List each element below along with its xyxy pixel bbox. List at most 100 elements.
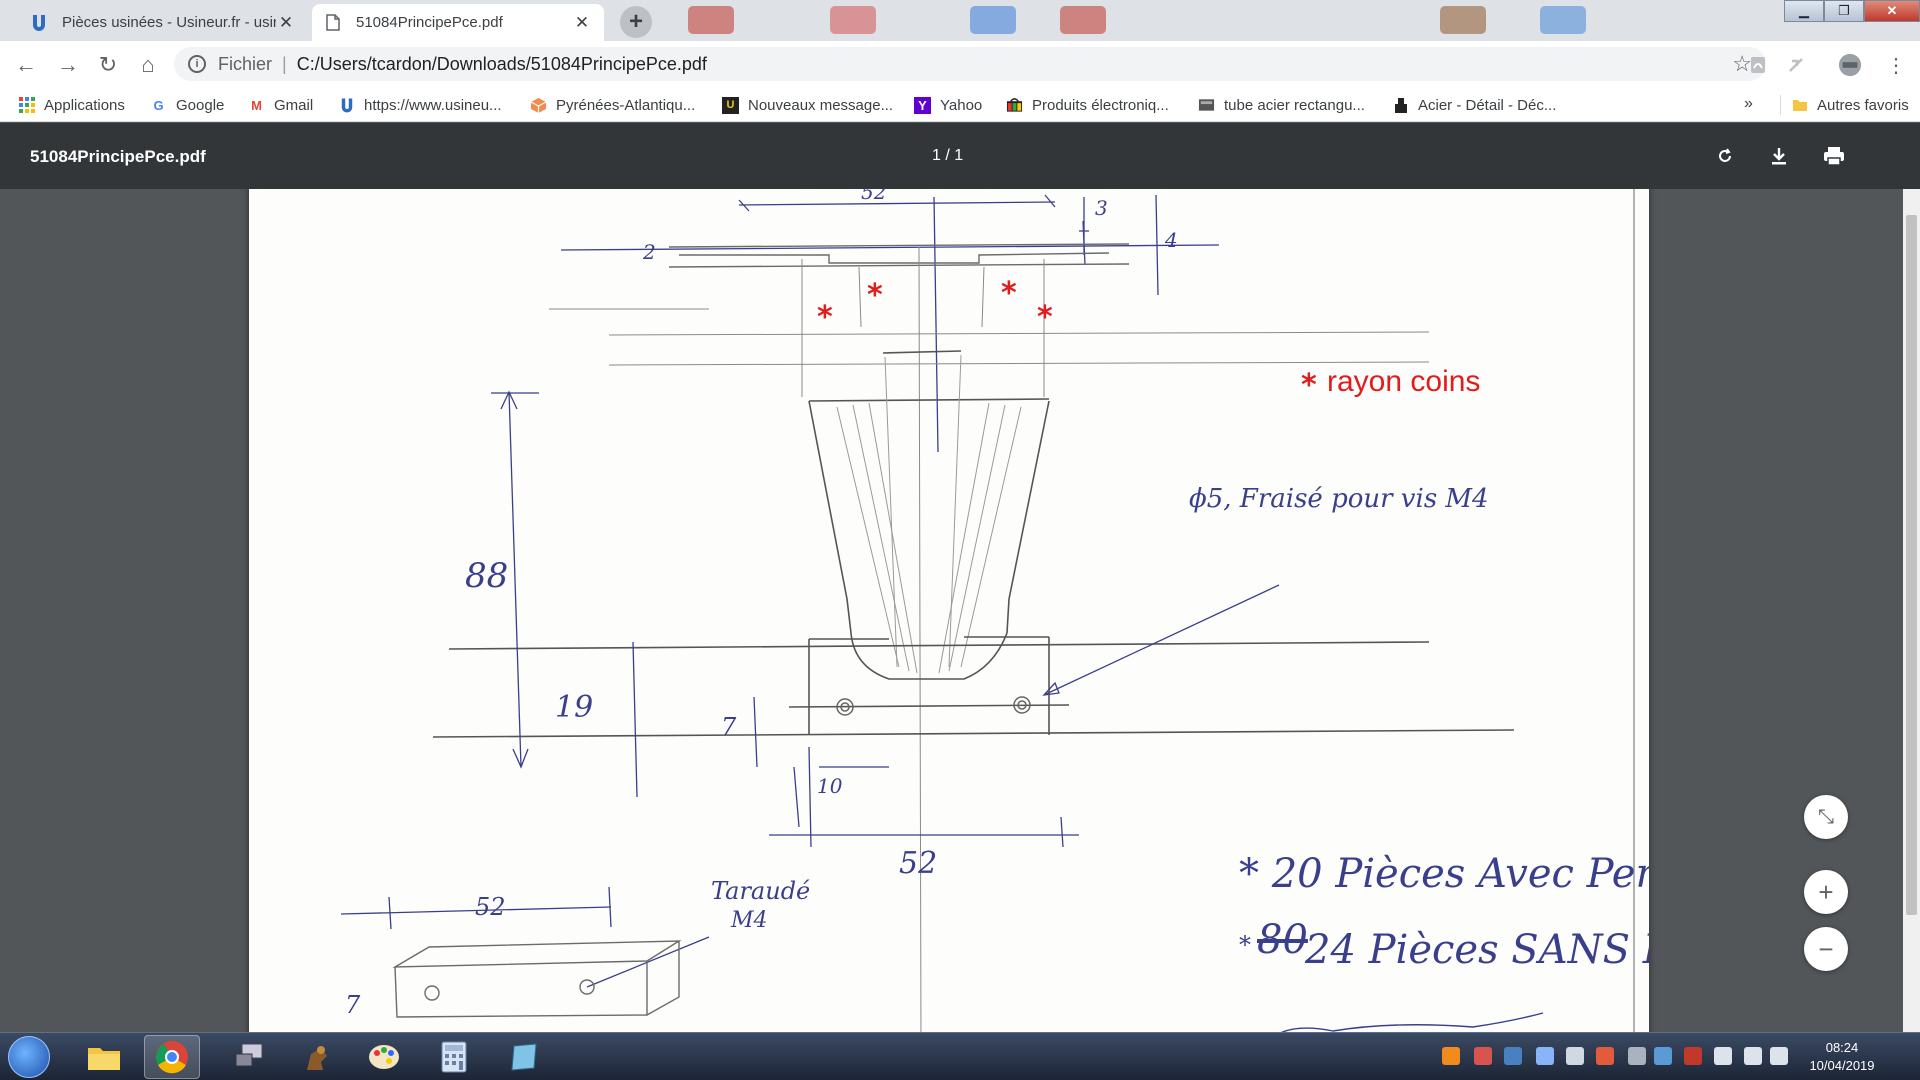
close-tab-icon[interactable]: ✕ [572,13,592,33]
small-dim-52: 52 [475,893,506,921]
document-icon [324,14,342,32]
maximize-button[interactable]: ❐ [1824,0,1864,22]
notes-app-icon[interactable] [496,1035,552,1079]
tab-pdf[interactable]: 51084PrincipePce.pdf ✕ [312,4,604,41]
technical-drawing: 52 3 2 4 88 19 7 10 52 ϕ5, Fraisé pour v… [340,189,1649,1032]
volume-icon[interactable] [1770,1047,1788,1065]
print-icon[interactable] [1817,139,1851,173]
bookmark-yahoo[interactable]: Y Yahoo [914,95,982,115]
start-button[interactable] [8,1036,50,1078]
gmail-icon: M [251,97,262,113]
fit-page-button[interactable]: ⤡ [1804,795,1848,839]
bookmark-label: Nouveaux message... [748,96,894,114]
tapped-size-label: M4 [730,908,768,933]
page-indicator: 1 / 1 [932,147,964,164]
bookmark-label: Pyrénées-Atlantiqu... [556,96,696,114]
usineur-icon [338,97,355,114]
pdf-file-title: 51084PrincipePce.pdf [30,147,206,166]
background-app-icon [688,6,734,34]
bookmark-usineur[interactable]: https://www.usineu... [338,95,502,115]
action-center-icon[interactable] [1684,1047,1702,1065]
tube-icon [1198,97,1215,114]
address-bar[interactable]: i Fichier | C:/Users/tcardon/Downloads/5… [174,47,1766,81]
menu-icon[interactable]: ⋮ [1884,53,1908,77]
folder-icon [1791,97,1808,114]
tray-app-icon[interactable] [1596,1047,1614,1065]
bluetooth-icon[interactable] [1536,1047,1554,1065]
window-controls: ▁ ❐ ✕ [1784,0,1920,22]
tray-app-icon[interactable] [1654,1047,1672,1065]
close-window-button[interactable]: ✕ [1864,0,1920,22]
file-explorer-icon[interactable] [76,1035,132,1079]
home-icon[interactable]: ⌂ [134,51,162,79]
close-tab-icon[interactable]: ✕ [276,13,296,33]
order-note-with-drilling: * 20 Pièces Avec Perçage [1239,851,1649,897]
scrollbar-thumb[interactable] [1906,215,1917,915]
extension-icon[interactable] [1784,53,1808,77]
network-icon[interactable] [1744,1047,1762,1065]
background-app-icon [1440,6,1486,34]
tray-app-icon[interactable] [1442,1047,1460,1065]
pdf-viewer[interactable]: 52 3 2 4 88 19 7 10 52 ϕ5, Fraisé pour v… [0,189,1920,1032]
bookmark-forum[interactable]: U Nouveaux message... [722,95,893,115]
minimize-button[interactable]: ▁ [1784,0,1824,22]
url-separator: | [282,53,287,74]
bookmark-label: https://www.usineu... [364,96,502,114]
corner-asterisk: * [867,278,883,313]
bookmark-label: Applications [44,96,125,114]
dim-3: 3 [1095,196,1108,220]
url-text[interactable]: C:/Users/tcardon/Downloads/51084Principe… [297,54,707,75]
bookmark-applications[interactable]: Applications [18,95,125,115]
back-icon[interactable]: ← [12,51,40,79]
corner-asterisk: * [1001,276,1017,311]
rayon-coins-legend: rayon coins [1327,365,1480,398]
remote-desktop-icon[interactable] [222,1035,278,1079]
dim-4: 4 [1164,228,1178,252]
bookmark-tube[interactable]: tube acier rectangu... [1198,95,1365,115]
yahoo-icon: Y [914,96,931,114]
forward-icon[interactable]: → [54,51,82,79]
bookmark-gmail[interactable]: M Gmail [248,95,313,115]
tray-app-icon[interactable] [1628,1047,1646,1065]
tray-app-icon[interactable] [1474,1047,1492,1065]
info-icon[interactable]: i [188,55,206,73]
bookmark-google[interactable]: G Google [150,95,224,115]
chrome-taskbar-icon[interactable] [144,1035,200,1079]
game-app-icon[interactable] [288,1035,344,1079]
tab-usineur[interactable]: Pièces usinées - Usineur.fr - usineur.fr… [18,4,308,41]
vertical-scrollbar[interactable] [1903,189,1920,1032]
zoom-out-button[interactable]: − [1804,927,1848,971]
bookmark-label: Autres favoris [1817,96,1909,114]
download-icon[interactable] [1762,139,1796,173]
keyboard-layout-icon[interactable] [1566,1047,1584,1065]
tab-title: 51084PrincipePce.pdf [356,14,503,31]
tray-app-icon[interactable] [1504,1047,1522,1065]
shop-icon [1006,97,1023,114]
calculator-icon[interactable] [426,1035,482,1079]
system-clock[interactable]: 08:24 10/04/2019 [1792,1039,1892,1075]
forum-icon: U [722,96,739,114]
bookmark-pyrenees[interactable]: Pyrénées-Atlantiqu... [530,95,695,115]
dim-52-top: 52 [861,189,886,204]
bookmark-produits[interactable]: Produits électroniq... [1006,95,1169,115]
bookmarks-bar: Applications G Google M Gmail https://ww… [0,88,1920,122]
paint-icon[interactable] [356,1035,412,1079]
clock-date: 10/04/2019 [1809,1058,1875,1073]
pdf-extension-icon[interactable] [1746,53,1770,77]
profile-avatar[interactable] [1838,53,1862,77]
small-dim-7: 7 [345,991,361,1019]
new-tab-button[interactable]: + [620,6,652,38]
reload-icon[interactable]: ↻ [94,51,122,79]
rotate-icon[interactable] [1708,139,1742,173]
other-bookmarks-folder[interactable]: Autres favoris [1780,95,1909,115]
background-app-icon [1540,6,1586,34]
order-note-without-drilling: 24 Pièces SANS Perçage [1304,927,1649,973]
bookmarks-overflow-button[interactable]: » [1744,95,1753,113]
bookmark-label: tube acier rectangu... [1224,96,1365,114]
tab-title: Pièces usinées - Usineur.fr - usineur.fr [62,14,276,31]
battery-icon[interactable] [1714,1047,1732,1065]
zoom-in-button[interactable]: + [1804,870,1848,914]
dim-88: 88 [465,556,508,596]
bookmark-acier[interactable]: Acier - Détail - Déc... [1392,95,1556,115]
pdf-toolbar: 51084PrincipePce.pdf 1 / 1 [0,123,1920,189]
